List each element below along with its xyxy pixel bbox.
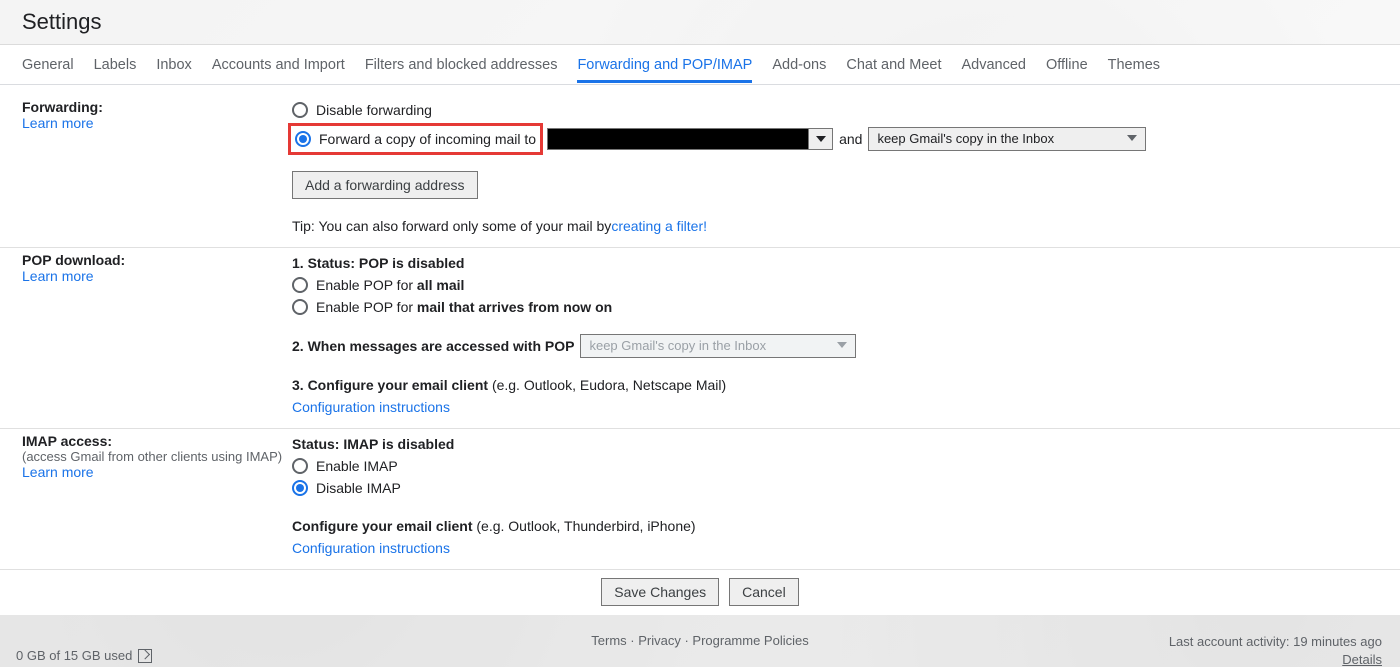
chevron-down-icon <box>808 129 832 149</box>
footer-links: Terms · Privacy · Programme Policies <box>591 633 808 648</box>
pop-when-label: 2. When messages are accessed with POP <box>292 335 574 357</box>
imap-section: IMAP access: (access Gmail from other cl… <box>0 429 1400 570</box>
pop-title: POP download: <box>22 252 292 268</box>
tab-themes[interactable]: Themes <box>1108 47 1160 83</box>
forwarding-section: Forwarding: Learn more Disable forwardin… <box>0 95 1400 248</box>
pop-config-instructions-link[interactable]: Configuration instructions <box>292 396 450 418</box>
tab-labels[interactable]: Labels <box>94 47 137 83</box>
footer-bar: 0 GB of 15 GB used Terms · Privacy · Pro… <box>0 615 1400 667</box>
terms-link[interactable]: Terms <box>591 633 626 648</box>
account-activity: Last account activity: 19 minutes ago De… <box>1169 633 1382 667</box>
forwarding-action-value: keep Gmail's copy in the Inbox <box>877 128 1054 150</box>
chevron-down-icon <box>1127 128 1137 150</box>
save-cancel-row: Save Changes Cancel <box>0 570 1400 620</box>
pop-action-select[interactable]: keep Gmail's copy in the Inbox <box>580 334 856 358</box>
enable-imap-label[interactable]: Enable IMAP <box>316 455 398 477</box>
tab-accounts-import[interactable]: Accounts and Import <box>212 47 345 83</box>
pop-learn-more-link[interactable]: Learn more <box>22 268 292 284</box>
enable-pop-all-radio[interactable] <box>292 277 308 293</box>
programme-policies-link[interactable]: Programme Policies <box>692 633 808 648</box>
enable-pop-all-label[interactable]: Enable POP for all mail <box>316 274 464 296</box>
disable-forwarding-label[interactable]: Disable forwarding <box>316 99 432 121</box>
page-title: Settings <box>22 9 102 35</box>
forwarding-action-select[interactable]: keep Gmail's copy in the Inbox <box>868 127 1146 151</box>
imap-status-label: Status: IMAP is disabled <box>292 433 454 455</box>
forwarding-tip-text: Tip: You can also forward only some of y… <box>292 215 611 237</box>
forward-option-highlight: Forward a copy of incoming mail to <box>288 123 543 155</box>
pop-section: POP download: Learn more 1. Status: POP … <box>0 248 1400 429</box>
tab-chat-meet[interactable]: Chat and Meet <box>846 47 941 83</box>
settings-tabs: General Labels Inbox Accounts and Import… <box>0 45 1400 85</box>
pop-action-value: keep Gmail's copy in the Inbox <box>589 335 766 357</box>
tab-filters-blocked[interactable]: Filters and blocked addresses <box>365 47 558 83</box>
privacy-link[interactable]: Privacy <box>638 633 681 648</box>
create-filter-link[interactable]: creating a filter! <box>611 215 707 237</box>
imap-config-instructions-link[interactable]: Configuration instructions <box>292 537 450 559</box>
pop-status-label: 1. Status: POP is disabled <box>292 252 464 274</box>
storage-text: 0 GB of 15 GB used <box>16 648 132 663</box>
tab-inbox[interactable]: Inbox <box>156 47 191 83</box>
settings-content: Forwarding: Learn more Disable forwardin… <box>0 85 1400 615</box>
tab-addons[interactable]: Add-ons <box>772 47 826 83</box>
storage-usage[interactable]: 0 GB of 15 GB used <box>16 648 152 663</box>
forwarding-learn-more-link[interactable]: Learn more <box>22 115 292 131</box>
settings-header: Settings <box>0 0 1400 45</box>
cancel-button[interactable]: Cancel <box>729 578 799 606</box>
imap-subtext: (access Gmail from other clients using I… <box>22 449 292 464</box>
tab-forwarding-pop-imap[interactable]: Forwarding and POP/IMAP <box>577 47 752 83</box>
enable-pop-now-radio[interactable] <box>292 299 308 315</box>
activity-text: Last account activity: 19 minutes ago <box>1169 633 1382 651</box>
imap-learn-more-link[interactable]: Learn more <box>22 464 292 480</box>
disable-imap-radio[interactable] <box>292 480 308 496</box>
tab-offline[interactable]: Offline <box>1046 47 1088 83</box>
forward-copy-label[interactable]: Forward a copy of incoming mail to <box>319 128 536 150</box>
disable-forwarding-radio[interactable] <box>292 102 308 118</box>
imap-title: IMAP access: <box>22 433 292 449</box>
add-forwarding-address-button[interactable]: Add a forwarding address <box>292 171 478 199</box>
tab-advanced[interactable]: Advanced <box>961 47 1026 83</box>
imap-configure-label: Configure your email client (e.g. Outloo… <box>292 515 696 537</box>
tab-general[interactable]: General <box>22 47 74 83</box>
disable-imap-label[interactable]: Disable IMAP <box>316 477 401 499</box>
enable-imap-radio[interactable] <box>292 458 308 474</box>
forward-copy-radio[interactable] <box>295 131 311 147</box>
pop-configure-label: 3. Configure your email client (e.g. Out… <box>292 374 726 396</box>
forwarding-and-text: and <box>833 128 868 150</box>
chevron-down-icon <box>837 335 847 357</box>
forwarding-address-select[interactable] <box>547 128 833 150</box>
activity-details-link[interactable]: Details <box>1169 651 1382 667</box>
enable-pop-now-label[interactable]: Enable POP for mail that arrives from no… <box>316 296 612 318</box>
open-in-new-icon <box>138 649 152 663</box>
save-changes-button[interactable]: Save Changes <box>601 578 719 606</box>
forwarding-title: Forwarding: <box>22 99 292 115</box>
